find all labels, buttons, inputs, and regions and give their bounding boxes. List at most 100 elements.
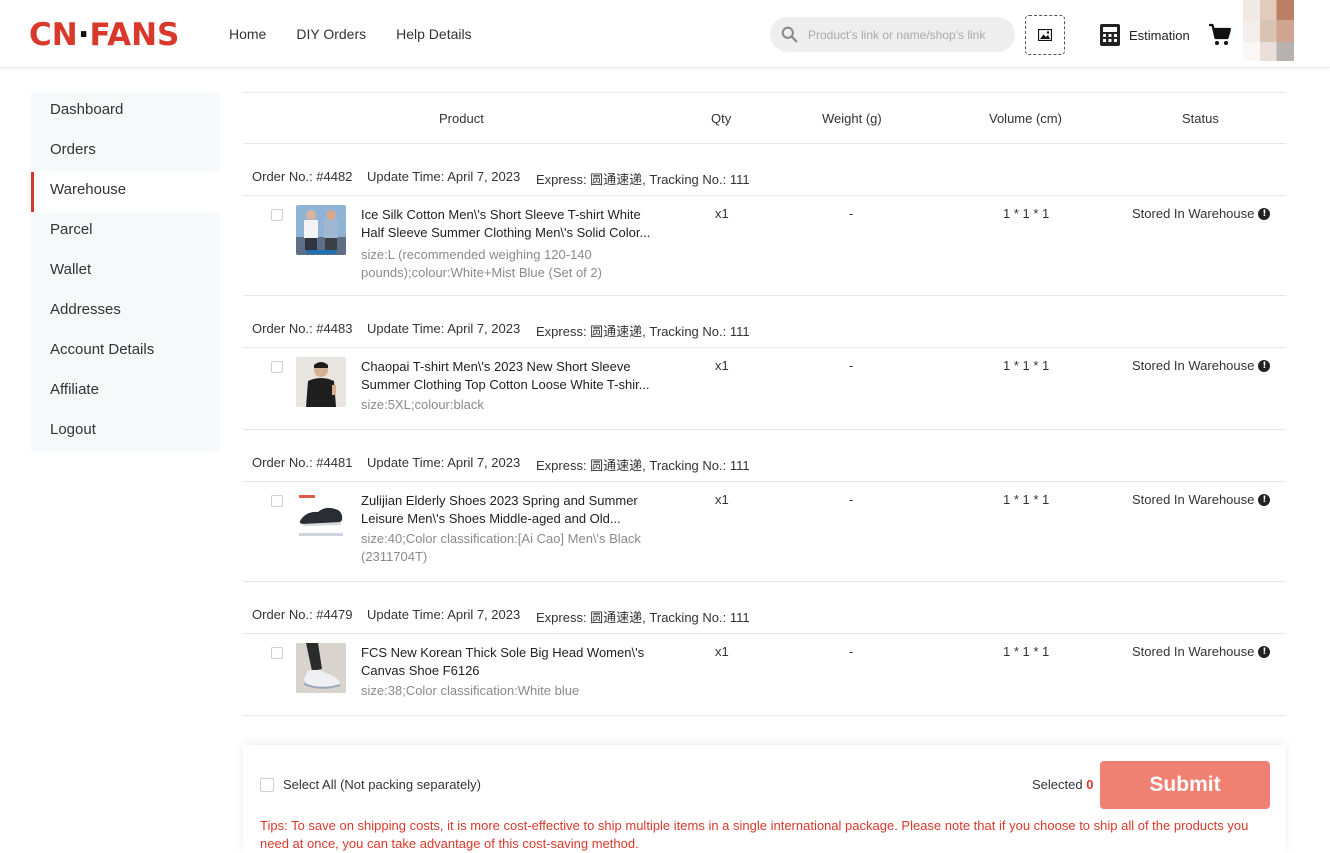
order-express: Express: 圆通速递, Tracking No.: 111	[536, 610, 750, 625]
logo-text-fans: FANS	[89, 17, 180, 53]
search-icon[interactable]	[781, 26, 798, 43]
product-name[interactable]: Chaopai T-shirt Men\'s 2023 New Short Sl…	[361, 358, 661, 394]
product-volume: 1 * 1 * 1	[1003, 206, 1050, 221]
nav-home[interactable]: Home	[229, 26, 266, 42]
sidebar-item-addresses[interactable]: Addresses	[31, 292, 220, 332]
order-number: Order No.: #4481	[252, 455, 353, 470]
estimation-button[interactable]: Estimation	[1100, 23, 1190, 47]
product-weight: -	[849, 644, 854, 659]
shipping-tips: Tips: To save on shipping costs, it is m…	[260, 818, 1249, 851]
row-checkbox[interactable]	[271, 647, 283, 659]
selected-number: 0	[1086, 777, 1094, 792]
warehouse-table: Product Qty Weight (g) Volume (cm) Statu…	[243, 92, 1286, 853]
cart-icon	[1209, 23, 1232, 45]
status-text: Stored In Warehouse	[1132, 644, 1255, 659]
order-update-time: Update Time: April 7, 2023	[367, 169, 521, 184]
row-checkbox[interactable]	[271, 209, 283, 221]
product-thumbnail[interactable]	[296, 491, 346, 541]
image-search-button[interactable]	[1025, 15, 1065, 55]
search-bar	[770, 17, 1015, 52]
row-checkbox[interactable]	[271, 495, 283, 507]
order-header: Order No.: #4481 Update Time: April 7, 2…	[243, 430, 1286, 482]
select-all-label: Select All (Not packing separately)	[283, 777, 481, 792]
nav-help-details[interactable]: Help Details	[396, 26, 471, 42]
order-express: Express: 圆通速递, Tracking No.: 111	[536, 172, 750, 187]
order-header: Order No.: #4479 Update Time: April 7, 2…	[243, 582, 1286, 634]
sidebar-item-account-details[interactable]: Account Details	[31, 332, 220, 372]
info-icon[interactable]: !	[1258, 207, 1271, 220]
order-header: Order No.: #4483 Update Time: April 7, 2…	[243, 296, 1286, 348]
column-qty: Qty	[711, 111, 732, 126]
estimation-label: Estimation	[1129, 27, 1190, 43]
info-icon[interactable]: !	[1258, 493, 1271, 506]
product-weight: -	[849, 492, 854, 507]
product-thumbnail[interactable]	[296, 357, 346, 407]
search-input[interactable]	[808, 17, 1008, 52]
order-express: Express: 圆通速递, Tracking No.: 111	[536, 324, 750, 339]
order-update-time: Update Time: April 7, 2023	[367, 455, 521, 470]
order-group: Order No.: #4481 Update Time: April 7, 2…	[243, 430, 1286, 582]
product-name[interactable]: Ice Silk Cotton Men\'s Short Sleeve T-sh…	[361, 206, 661, 242]
nav-diy-orders[interactable]: DIY Orders	[296, 26, 366, 42]
product-status: Stored In Warehouse !	[1132, 358, 1271, 373]
order-group: Order No.: #4479 Update Time: April 7, 2…	[243, 582, 1286, 716]
product-name[interactable]: Zulijian Elderly Shoes 2023 Spring and S…	[361, 492, 661, 528]
logo-dot: ·	[77, 17, 90, 53]
sidebar: Dashboard Orders Warehouse Parcel Wallet…	[31, 92, 220, 452]
cart-button[interactable]	[1208, 23, 1232, 50]
cnfans-logo[interactable]: CN·FANS	[29, 18, 179, 52]
info-icon[interactable]: !	[1258, 645, 1271, 658]
select-all-box[interactable]	[260, 777, 274, 792]
sidebar-item-parcel[interactable]: Parcel	[31, 212, 220, 252]
table-header: Product Qty Weight (g) Volume (cm) Statu…	[243, 92, 1286, 144]
status-text: Stored In Warehouse	[1132, 206, 1255, 221]
user-avatar[interactable]	[1243, 0, 1294, 61]
order-number: Order No.: #4479	[252, 607, 353, 622]
image-icon	[1038, 29, 1052, 41]
sidebar-item-wallet[interactable]: Wallet	[31, 252, 220, 292]
order-number: Order No.: #4482	[252, 169, 353, 184]
select-all-checkbox[interactable]: Select All (Not packing separately)	[260, 777, 481, 792]
order-group: Order No.: #4482 Update Time: April 7, 2…	[243, 144, 1286, 296]
product-qty: x1	[715, 644, 729, 659]
order-header: Order No.: #4482 Update Time: April 7, 2…	[243, 144, 1286, 196]
logo-text-cn: CN	[29, 17, 78, 53]
info-icon[interactable]: !	[1258, 359, 1271, 372]
order-update-time: Update Time: April 7, 2023	[367, 321, 521, 336]
product-weight: -	[849, 206, 854, 221]
sidebar-item-dashboard[interactable]: Dashboard	[31, 92, 220, 132]
column-product: Product	[439, 111, 484, 126]
submit-bar: Select All (Not packing separately) Sele…	[243, 745, 1286, 853]
status-text: Stored In Warehouse	[1132, 358, 1255, 373]
product-name[interactable]: FCS New Korean Thick Sole Big Head Women…	[361, 644, 661, 680]
sidebar-item-warehouse[interactable]: Warehouse	[31, 172, 220, 212]
product-thumbnail[interactable]	[296, 205, 346, 255]
product-spec: size:38;Color classification:White blue	[361, 683, 580, 698]
sidebar-item-orders[interactable]: Orders	[31, 132, 220, 172]
product-qty: x1	[715, 492, 729, 507]
status-text: Stored In Warehouse	[1132, 492, 1255, 507]
order-update-time: Update Time: April 7, 2023	[367, 607, 521, 622]
main-nav: Home DIY Orders Help Details	[229, 26, 472, 42]
submit-button[interactable]: Submit	[1100, 761, 1270, 809]
column-status: Status	[1182, 111, 1219, 126]
sidebar-item-logout[interactable]: Logout	[31, 412, 220, 452]
product-qty: x1	[715, 358, 729, 373]
calculator-icon	[1100, 24, 1120, 46]
selected-label: Selected	[1032, 777, 1083, 792]
product-spec: size:L (recommended weighing 120-140 pou…	[361, 247, 602, 280]
column-weight: Weight (g)	[822, 111, 882, 126]
product-volume: 1 * 1 * 1	[1003, 644, 1050, 659]
product-status: Stored In Warehouse !	[1132, 492, 1271, 507]
order-group: Order No.: #4483 Update Time: April 7, 2…	[243, 296, 1286, 430]
column-volume: Volume (cm)	[989, 111, 1062, 126]
selected-count: Selected 0	[1032, 777, 1093, 792]
product-status: Stored In Warehouse !	[1132, 644, 1271, 659]
product-volume: 1 * 1 * 1	[1003, 492, 1050, 507]
product-thumbnail[interactable]	[296, 643, 346, 693]
order-express: Express: 圆通速递, Tracking No.: 111	[536, 458, 750, 473]
row-checkbox[interactable]	[271, 361, 283, 373]
product-spec: size:5XL;colour:black	[361, 397, 484, 412]
sidebar-item-affiliate[interactable]: Affiliate	[31, 372, 220, 412]
product-weight: -	[849, 358, 854, 373]
